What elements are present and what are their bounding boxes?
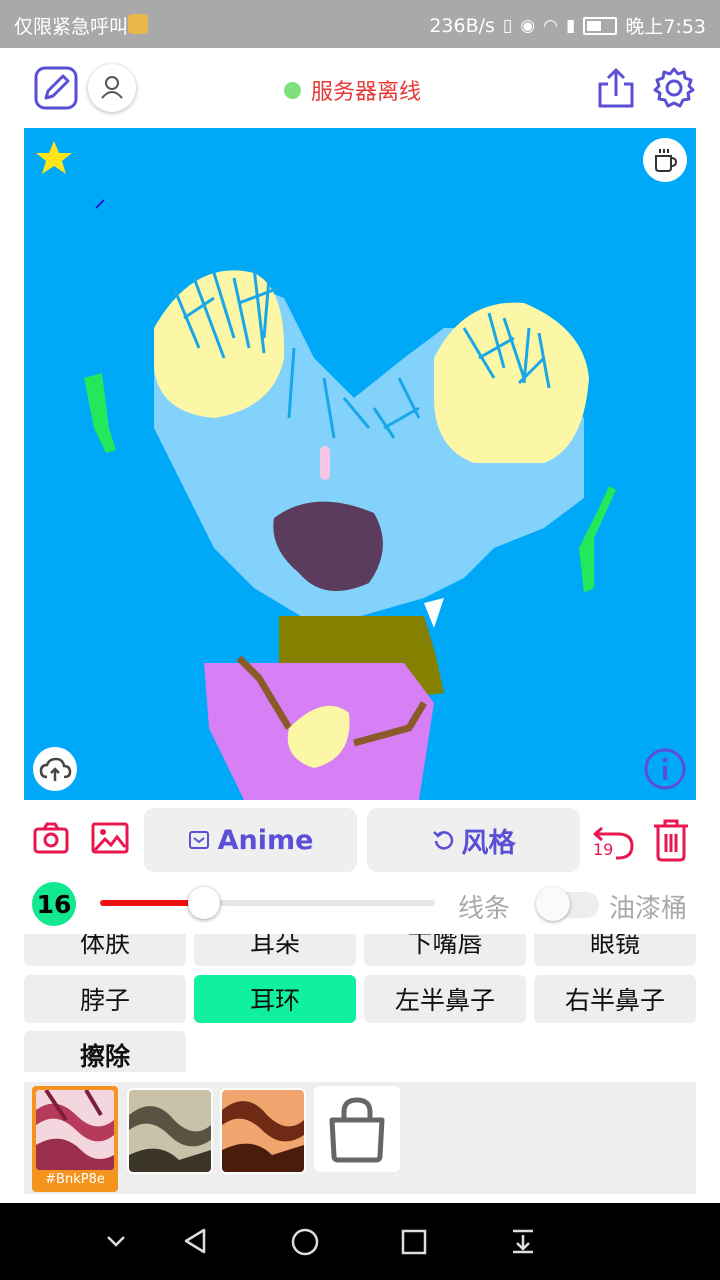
part-lower-lip[interactable]: 下嘴唇	[364, 934, 526, 966]
edit-icon	[34, 66, 78, 110]
gallery-button[interactable]	[91, 820, 129, 860]
refresh-icon	[432, 831, 453, 850]
settings-button[interactable]	[652, 66, 696, 110]
texture-selected[interactable]: #BnkP8e	[32, 1086, 118, 1192]
video-app-icon	[128, 14, 148, 34]
style-button[interactable]: 风格	[367, 808, 580, 872]
system-nav-bar	[0, 1203, 720, 1280]
vibrate-icon: ▯	[502, 15, 513, 36]
mail-icon	[188, 831, 209, 849]
coffee-icon	[655, 149, 678, 172]
anime-label: Anime	[217, 824, 314, 856]
camera-icon	[33, 822, 69, 854]
sim-icon: ▮	[565, 15, 576, 36]
network-speed: 236B/s	[429, 14, 495, 37]
share-icon	[598, 68, 634, 108]
parts-grid: 体肤 耳朵 下嘴唇 眼镜 脖子 耳环 左半鼻子 右半鼻子 擦除	[24, 934, 696, 1072]
camera-button[interactable]	[33, 820, 69, 860]
eye-icon: ◉	[520, 15, 536, 36]
chevron-down-icon[interactable]	[104, 1229, 128, 1253]
drawing-canvas[interactable]	[24, 128, 696, 800]
part-left-nose[interactable]: 左半鼻子	[364, 975, 526, 1023]
undo-count: 19	[593, 840, 614, 859]
status-right: 236B/s ▯ ◉ ◠ ▮ 晚上7:53	[429, 12, 706, 39]
style-label: 风格	[461, 827, 516, 859]
bucket-label: 油漆桶	[609, 894, 688, 924]
notification-pull-icon[interactable]	[509, 1227, 537, 1255]
info-button[interactable]	[643, 747, 687, 795]
upload-button[interactable]	[33, 747, 77, 791]
drawing	[84, 199, 616, 800]
battery-icon	[583, 16, 618, 35]
edit-button[interactable]	[34, 66, 78, 110]
server-status: 服务器离线	[284, 74, 421, 106]
home-icon[interactable]	[290, 1227, 320, 1257]
gear-icon	[653, 67, 695, 108]
texture-shop-button[interactable]	[314, 1086, 400, 1172]
star-icon	[36, 141, 72, 174]
texture-thumb-2[interactable]	[127, 1088, 213, 1174]
back-icon[interactable]	[182, 1227, 210, 1255]
wifi-icon: ◠	[543, 15, 558, 36]
server-status-label: 服务器离线	[311, 80, 422, 105]
part-neck[interactable]: 脖子	[24, 975, 186, 1023]
undo-button[interactable]: 19	[590, 818, 636, 862]
clock: 晚上7:53	[625, 16, 706, 38]
part-right-nose[interactable]: 右半鼻子	[534, 975, 696, 1023]
recent-apps-icon[interactable]	[400, 1228, 428, 1256]
favorite-button[interactable]	[34, 138, 74, 182]
clear-button[interactable]	[652, 818, 690, 866]
texture-pattern	[129, 1106, 211, 1172]
coffee-button[interactable]	[643, 138, 687, 182]
info-icon	[644, 748, 686, 790]
texture-strip: #BnkP8e	[24, 1082, 696, 1194]
part-ears[interactable]: 耳朵	[194, 934, 356, 966]
status-bar: 仅限紧急呼叫 236B/s ▯ ◉ ◠ ▮ 晚上7:53	[0, 0, 720, 48]
shopping-bag-icon	[329, 1097, 385, 1163]
trash-icon	[654, 819, 688, 862]
image-icon	[91, 822, 129, 854]
lines-label[interactable]: 线条	[458, 888, 510, 925]
part-erase[interactable]: 擦除	[24, 1031, 186, 1072]
part-glasses[interactable]: 眼镜	[534, 934, 696, 966]
status-dot	[284, 81, 301, 99]
texture-pattern	[222, 1101, 304, 1172]
share-button[interactable]	[594, 66, 638, 110]
texture-pattern	[36, 1090, 114, 1170]
user-icon	[101, 76, 123, 99]
brush-size-slider-thumb[interactable]	[188, 887, 220, 919]
bucket-toggle-thumb[interactable]	[536, 887, 570, 921]
texture-thumb-3[interactable]	[220, 1088, 306, 1174]
texture-tag: #BnkP8e	[45, 1172, 105, 1187]
user-button[interactable]	[88, 64, 136, 112]
cloud-upload-icon	[39, 757, 72, 781]
texture-thumb-1	[36, 1090, 114, 1170]
part-body-skin[interactable]: 体肤	[24, 934, 186, 966]
anime-button[interactable]: Anime	[144, 808, 357, 872]
brush-size-badge: 16	[32, 882, 76, 926]
carrier-text: 仅限紧急呼叫	[14, 16, 129, 38]
part-earrings[interactable]: 耳环	[194, 975, 356, 1023]
